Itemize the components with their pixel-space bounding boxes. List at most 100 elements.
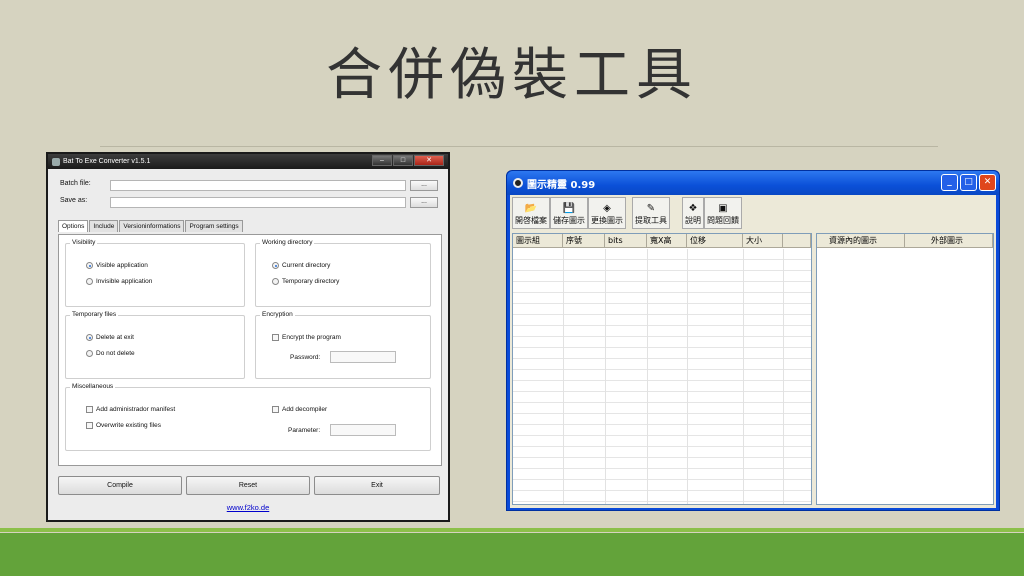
radio-icon[interactable] — [86, 278, 93, 285]
encrypt-program-checkbox[interactable]: Encrypt the program — [272, 334, 341, 341]
close-icon[interactable]: ✕ — [414, 155, 444, 166]
temporary-files-group: Temporary files Delete at exit Do not de… — [65, 311, 245, 379]
app-icon — [513, 178, 523, 188]
visibility-group-label: Visibility — [70, 239, 98, 246]
column-divider — [783, 249, 784, 504]
minimize-icon[interactable]: – — [372, 155, 392, 166]
column-header[interactable]: 圖示組 — [513, 234, 563, 247]
title-divider — [100, 146, 938, 147]
icon-list[interactable]: 圖示組 序號 bits 寬X高 位移 大小 — [512, 233, 812, 505]
temporary-directory-option[interactable]: Temporary directory — [272, 278, 339, 285]
miscellaneous-group: Miscellaneous Add administrador manifest… — [65, 383, 431, 451]
radio-selected-icon[interactable] — [86, 262, 93, 269]
maximize-icon[interactable]: □ — [960, 174, 977, 191]
current-directory-label: Current directory — [282, 262, 331, 269]
column-divider — [605, 249, 606, 504]
miscellaneous-group-label: Miscellaneous — [70, 383, 116, 390]
save-as-input[interactable] — [110, 197, 406, 208]
open-file-button[interactable]: 📂 開啓檔案 — [512, 197, 550, 229]
footer-accent-line — [0, 528, 1024, 532]
temporary-files-group-label: Temporary files — [70, 311, 119, 318]
toolbar: 📂 開啓檔案 💾 儲存圖示 ◈ 更換圖示 ✎ 提取工具 ❖ 說明 ▣ 問題回饋 — [512, 197, 742, 231]
reset-button[interactable]: Reset — [186, 476, 310, 495]
delete-at-exit-option[interactable]: Delete at exit — [86, 334, 134, 341]
column-header[interactable]: 序號 — [563, 234, 605, 247]
radio-selected-icon[interactable] — [272, 262, 279, 269]
checkbox-icon[interactable] — [86, 422, 93, 429]
column-divider — [743, 249, 744, 504]
radio-icon[interactable] — [86, 350, 93, 357]
column-header[interactable]: 外部圖示 — [905, 234, 993, 247]
encrypt-program-label: Encrypt the program — [282, 334, 341, 341]
compile-button[interactable]: Compile — [58, 476, 182, 495]
tab-program-settings[interactable]: Program settings — [185, 220, 243, 232]
column-header[interactable]: 寬X高 — [647, 234, 687, 247]
minimize-icon[interactable]: _ — [941, 174, 958, 191]
column-divider — [687, 249, 688, 504]
checkbox-icon[interactable] — [86, 406, 93, 413]
feedback-label: 問題回饋 — [707, 216, 739, 225]
batch-file-browse-button[interactable]: ... — [410, 180, 438, 191]
delete-at-exit-label: Delete at exit — [96, 334, 134, 341]
temporary-directory-label: Temporary directory — [282, 278, 340, 285]
column-header[interactable] — [783, 234, 811, 247]
add-decompiler-checkbox[interactable]: Add decompiler — [272, 406, 327, 413]
floppy-icon: 💾 — [562, 203, 576, 214]
add-decompiler-label: Add decompiler — [282, 406, 328, 413]
close-icon[interactable]: ✕ — [979, 174, 996, 191]
replace-icon-button[interactable]: ◈ 更換圖示 — [588, 197, 626, 229]
invisible-application-label: Invisible application — [96, 278, 153, 285]
icon-list-header: 圖示組 序號 bits 寬X高 位移 大小 — [513, 234, 811, 248]
open-file-label: 開啓檔案 — [515, 216, 547, 225]
save-as-label: Save as: — [60, 197, 88, 204]
batch-file-label: Batch file: — [60, 180, 91, 187]
radio-icon[interactable] — [272, 278, 279, 285]
feedback-button[interactable]: ▣ 問題回饋 — [704, 197, 742, 229]
radio-selected-icon[interactable] — [86, 334, 93, 341]
save-icon-label: 儲存圖示 — [553, 216, 585, 225]
options-panel: Visibility Visible application Invisible… — [58, 234, 442, 466]
help-button[interactable]: ❖ 說明 — [682, 197, 704, 229]
parameter-label: Parameter: — [288, 427, 321, 434]
encryption-group: Encryption Encrypt the program Password: — [255, 311, 431, 379]
password-input[interactable] — [330, 351, 396, 363]
extract-tool-button[interactable]: ✎ 提取工具 — [632, 197, 670, 229]
visibility-group: Visibility Visible application Invisible… — [65, 239, 245, 307]
tab-include[interactable]: Include — [89, 220, 119, 232]
visible-application-option[interactable]: Visible application — [86, 262, 148, 269]
pencil-icon: ✎ — [646, 203, 656, 214]
column-divider — [647, 249, 648, 504]
icon-list-rows — [513, 249, 811, 504]
encryption-group-label: Encryption — [260, 311, 295, 318]
help-icon: ❖ — [688, 203, 698, 214]
extract-tool-label: 提取工具 — [635, 216, 667, 225]
checkbox-icon[interactable] — [272, 334, 279, 341]
window-title: Bat To Exe Converter v1.5.1 — [63, 158, 151, 165]
overwrite-files-checkbox[interactable]: Overwrite existing files — [86, 422, 161, 429]
tab-versioninformations[interactable]: Versioninformations — [119, 220, 185, 232]
icon-extractor-titlebar: 圖示精靈 0.99 _ □ ✕ — [507, 171, 999, 195]
column-header[interactable]: 資源內的圖示 — [817, 234, 905, 247]
visible-application-label: Visible application — [96, 262, 148, 269]
save-icon-button[interactable]: 💾 儲存圖示 — [550, 197, 588, 229]
exit-button[interactable]: Exit — [314, 476, 440, 495]
do-not-delete-option[interactable]: Do not delete — [86, 350, 135, 357]
batch-file-input[interactable] — [110, 180, 406, 191]
invisible-application-option[interactable]: Invisible application — [86, 278, 152, 285]
save-as-browse-button[interactable]: ... — [410, 197, 438, 208]
add-manifest-checkbox[interactable]: Add administrador manifest — [86, 406, 175, 413]
feedback-icon: ▣ — [718, 203, 728, 214]
bat-to-exe-titlebar: Bat To Exe Converter v1.5.1 – □ ✕ — [48, 154, 448, 169]
resource-icon-list[interactable]: 資源內的圖示 外部圖示 — [816, 233, 994, 505]
parameter-input[interactable] — [330, 424, 396, 436]
website-link[interactable]: www.f2ko.de — [48, 503, 448, 512]
current-directory-option[interactable]: Current directory — [272, 262, 330, 269]
column-header[interactable]: 大小 — [743, 234, 783, 247]
tab-options[interactable]: Options — [58, 220, 89, 232]
checkbox-icon[interactable] — [272, 406, 279, 413]
column-header[interactable]: 位移 — [687, 234, 743, 247]
maximize-icon[interactable]: □ — [393, 155, 413, 166]
column-divider — [563, 249, 564, 504]
column-header[interactable]: bits — [605, 234, 647, 247]
bat-to-exe-window: Bat To Exe Converter v1.5.1 – □ ✕ Batch … — [46, 152, 450, 522]
